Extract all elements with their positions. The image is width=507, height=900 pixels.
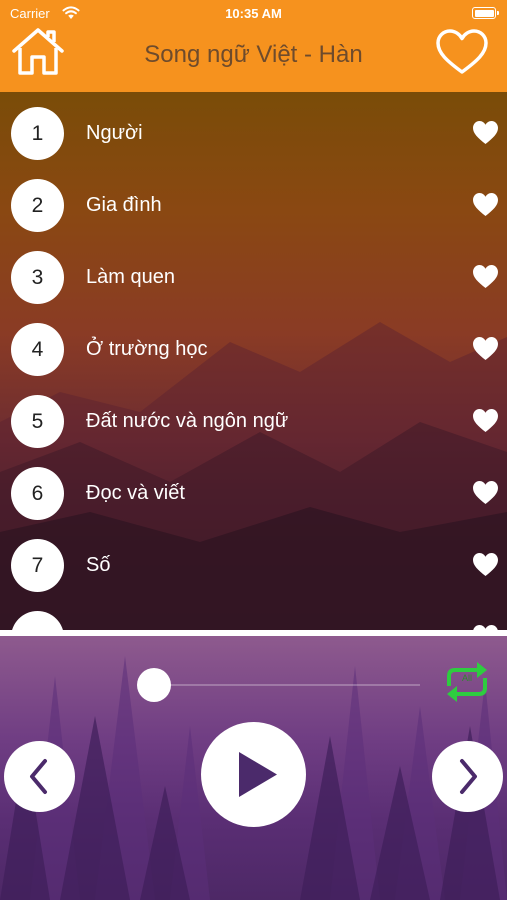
seek-knob[interactable] bbox=[137, 668, 171, 702]
song-number-badge: 3 bbox=[11, 251, 64, 304]
play-button[interactable] bbox=[201, 722, 306, 827]
repeat-all-button[interactable]: All bbox=[441, 656, 493, 708]
song-number-badge: 4 bbox=[11, 323, 64, 376]
song-title: Số bbox=[86, 554, 111, 576]
next-button[interactable] bbox=[432, 741, 503, 812]
home-icon[interactable] bbox=[10, 26, 66, 76]
song-number-badge bbox=[11, 611, 64, 630]
song-title: Gia đình bbox=[86, 194, 162, 216]
battery-icon bbox=[472, 7, 499, 19]
favorite-heart-icon[interactable] bbox=[472, 552, 499, 577]
status-time: 10:35 AM bbox=[225, 6, 282, 21]
favorite-heart-icon[interactable] bbox=[472, 408, 499, 433]
previous-button[interactable] bbox=[4, 741, 75, 812]
song-row[interactable]: 5 Đất nước và ngôn ngữ bbox=[0, 385, 507, 457]
previous-icon bbox=[30, 759, 47, 794]
song-title: Đất nước và ngôn ngữ bbox=[86, 410, 289, 432]
page-title: Song ngữ Việt - Hàn bbox=[144, 41, 363, 68]
song-number-badge: 7 bbox=[11, 539, 64, 592]
song-row[interactable]: 6 Đọc và viết bbox=[0, 457, 507, 529]
song-number-badge: 1 bbox=[11, 107, 64, 160]
song-number-badge: 2 bbox=[11, 179, 64, 232]
favorites-heart-icon[interactable] bbox=[435, 28, 489, 76]
app-screen: Carrier 10:35 AM Song ngữ Việt - Hàn 1 Ng… bbox=[0, 0, 507, 900]
song-number-badge: 5 bbox=[11, 395, 64, 448]
song-row[interactable]: 1 Người bbox=[0, 97, 507, 169]
song-number-badge: 6 bbox=[11, 467, 64, 520]
song-title: Người bbox=[86, 122, 143, 144]
play-icon bbox=[239, 752, 277, 797]
favorite-heart-icon[interactable] bbox=[472, 192, 499, 217]
player-panel: All bbox=[0, 636, 507, 900]
song-row[interactable] bbox=[0, 601, 507, 630]
favorite-heart-icon[interactable] bbox=[472, 624, 499, 630]
next-icon bbox=[460, 759, 477, 794]
song-list[interactable]: 1 Người 2 Gia đình 3 Làm quen 4 Ở trường học 5 Đấ… bbox=[0, 92, 507, 630]
song-row[interactable]: 3 Làm quen bbox=[0, 241, 507, 313]
favorite-heart-icon[interactable] bbox=[472, 120, 499, 145]
favorite-heart-icon[interactable] bbox=[472, 264, 499, 289]
song-row[interactable]: 4 Ở trường học bbox=[0, 313, 507, 385]
favorite-heart-icon[interactable] bbox=[472, 480, 499, 505]
song-title: Ở trường học bbox=[86, 338, 208, 360]
song-row[interactable]: 7 Số bbox=[0, 529, 507, 601]
song-title: Đọc và viết bbox=[86, 482, 185, 504]
header-bar: Carrier 10:35 AM Song ngữ Việt - Hàn bbox=[0, 0, 507, 92]
song-title: Làm quen bbox=[86, 266, 175, 288]
seek-bar[interactable] bbox=[155, 684, 420, 686]
song-row[interactable]: 2 Gia đình bbox=[0, 169, 507, 241]
favorite-heart-icon[interactable] bbox=[472, 336, 499, 361]
repeat-mode-label: All bbox=[461, 673, 472, 683]
